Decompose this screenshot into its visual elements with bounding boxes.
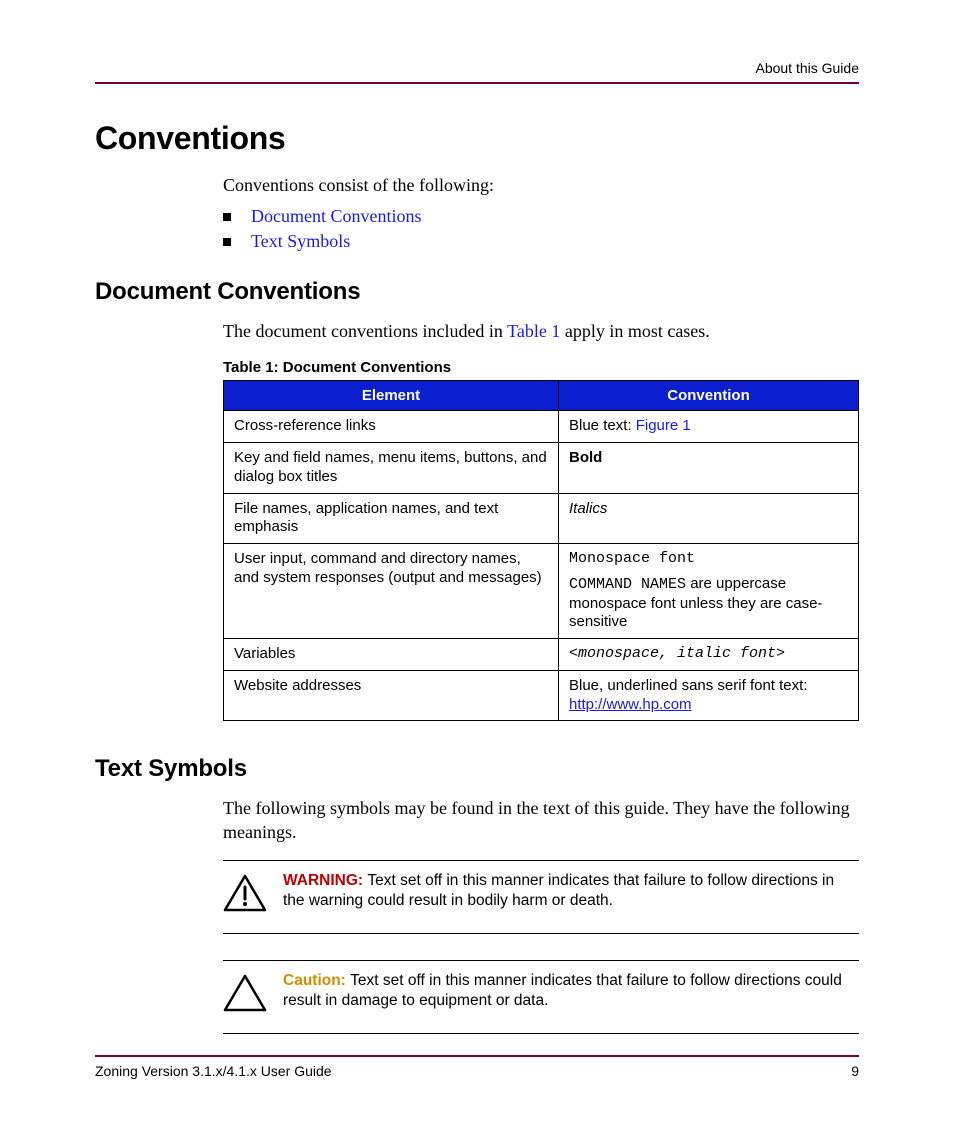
table-document-conventions: Element Convention Cross-reference links… (223, 380, 859, 721)
caution-text: Caution: Text set off in this manner ind… (283, 971, 859, 1011)
caution-icon (223, 973, 267, 1019)
text: Blue text: (569, 417, 636, 434)
cell-element: Cross-reference links (224, 411, 559, 443)
toc-list: Document Conventions Text Symbols (223, 206, 859, 252)
cell-convention: Monospace font COMMAND NAMES are upperca… (559, 544, 859, 639)
table-row: Key and field names, menu items, buttons… (224, 443, 859, 494)
mono-text: Monospace font (569, 550, 848, 569)
cell-element: File names, application names, and text … (224, 493, 559, 544)
link-figure-1[interactable]: Figure 1 (636, 417, 691, 434)
table-row: Cross-reference links Blue text: Figure … (224, 411, 859, 443)
square-bullet-icon (223, 213, 231, 221)
cell-convention: Blue, underlined sans serif font text: h… (559, 670, 859, 721)
page: About this Guide Conventions Conventions… (0, 0, 954, 1145)
text: apply in most cases. (560, 321, 709, 341)
footer-row: Zoning Version 3.1.x/4.1.x User Guide 9 (95, 1063, 859, 1079)
th-element: Element (224, 381, 559, 411)
heading-conventions: Conventions (95, 120, 859, 157)
text: COMMAND NAMES are uppercase monospace fo… (569, 575, 848, 632)
caution-callout: Caution: Text set off in this manner ind… (223, 960, 859, 1034)
cell-element: User input, command and directory names,… (224, 544, 559, 639)
table-row: User input, command and directory names,… (224, 544, 859, 639)
footer-rule (95, 1055, 859, 1057)
footer: Zoning Version 3.1.x/4.1.x User Guide 9 (95, 1055, 859, 1079)
cell-element: Variables (224, 639, 559, 671)
italic-text: Italics (569, 500, 607, 517)
cell-element: Key and field names, menu items, buttons… (224, 443, 559, 494)
warning-callout: WARNING: Text set off in this manner ind… (223, 860, 859, 934)
cell-convention: Blue text: Figure 1 (559, 411, 859, 443)
heading-document-conventions: Document Conventions (95, 278, 859, 306)
body-block-1: Conventions consist of the following: Do… (223, 175, 859, 252)
text: Blue, underlined sans serif font text: (569, 677, 807, 694)
table-row: File names, application names, and text … (224, 493, 859, 544)
body-block-3: The following symbols may be found in th… (223, 797, 859, 1034)
cell-convention: Italics (559, 493, 859, 544)
bold-text: Bold (569, 449, 602, 466)
table-header-row: Element Convention (224, 381, 859, 411)
text: The document conventions included in (223, 321, 507, 341)
warning-icon (223, 873, 267, 919)
body-block-2: The document conventions included in Tab… (223, 320, 859, 721)
square-bullet-icon (223, 238, 231, 246)
mono-italic-text: <monospace, italic font> (569, 645, 785, 662)
doc-conv-para: The document conventions included in Tab… (223, 320, 859, 343)
text-symbols-para: The following symbols may be found in th… (223, 797, 859, 844)
intro-text: Conventions consist of the following: (223, 175, 859, 196)
top-rule (95, 82, 859, 84)
mono-text: COMMAND NAMES (569, 576, 686, 593)
running-head: About this Guide (95, 60, 859, 76)
cell-convention: Bold (559, 443, 859, 494)
cell-element: Website addresses (224, 670, 559, 721)
list-item: Text Symbols (223, 231, 859, 252)
table-caption: Table 1: Document Conventions (223, 359, 859, 376)
list-item: Document Conventions (223, 206, 859, 227)
cell-convention: <monospace, italic font> (559, 639, 859, 671)
warning-label: WARNING: (283, 872, 367, 889)
text: Text set off in this manner indicates th… (283, 972, 842, 1009)
heading-text-symbols: Text Symbols (95, 755, 859, 783)
table-row: Variables <monospace, italic font> (224, 639, 859, 671)
warning-text: WARNING: Text set off in this manner ind… (283, 871, 859, 911)
link-text-symbols[interactable]: Text Symbols (251, 231, 350, 252)
link-document-conventions[interactable]: Document Conventions (251, 206, 421, 227)
table-row: Website addresses Blue, underlined sans … (224, 670, 859, 721)
caution-label: Caution: (283, 972, 350, 989)
link-table-1[interactable]: Table 1 (507, 321, 560, 341)
th-convention: Convention (559, 381, 859, 411)
footer-title: Zoning Version 3.1.x/4.1.x User Guide (95, 1063, 332, 1079)
link-hp-website[interactable]: http://www.hp.com (569, 696, 692, 713)
page-number: 9 (851, 1063, 859, 1079)
